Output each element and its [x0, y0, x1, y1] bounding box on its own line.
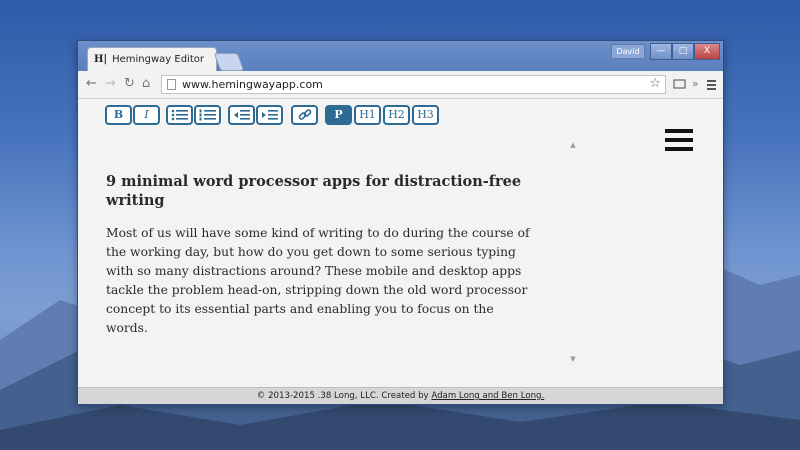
editor-scrollbar[interactable]: ▲ ▼ [568, 141, 578, 363]
numbered-list-icon [199, 109, 216, 121]
scroll-down-icon[interactable]: ▼ [568, 355, 578, 363]
italic-button[interactable]: I [133, 105, 160, 125]
cast-icon[interactable] [673, 79, 686, 90]
new-tab-button[interactable] [213, 53, 245, 71]
page-footer: © 2013-2015 .38 Long, LLC. Created by Ad… [78, 387, 723, 404]
browser-window: H| Hemingway Editor David — □ X ← → ↻ ⌂ … [77, 40, 724, 405]
outdent-icon [233, 110, 250, 120]
home-icon[interactable]: ⌂ [142, 77, 150, 91]
link-icon [298, 109, 311, 120]
bullet-list-button[interactable] [166, 105, 193, 125]
extensions-overflow-icon[interactable]: » [692, 77, 699, 91]
bullet-list-icon [171, 109, 188, 121]
hamburger-menu-icon[interactable] [665, 129, 693, 156]
bookmark-star-icon[interactable]: ☆ [649, 76, 661, 91]
editor-page: B I P H1 H2 H3 9 minimal word processor … [78, 99, 723, 387]
tab-title: Hemingway Editor [112, 54, 204, 65]
user-profile-button[interactable]: David [611, 44, 645, 59]
close-button[interactable]: X [694, 43, 720, 60]
indent-button[interactable] [256, 105, 283, 125]
scroll-up-icon[interactable]: ▲ [568, 141, 578, 149]
paragraph-button[interactable]: P [325, 105, 352, 125]
page-icon [167, 79, 176, 90]
title-bar: H| Hemingway Editor David — □ X [78, 41, 723, 71]
back-arrow-icon[interactable]: ← [86, 77, 97, 91]
address-bar[interactable]: www.hemingwayapp.com ☆ [161, 75, 666, 94]
footer-authors-link[interactable]: Adam Long and Ben Long. [431, 391, 544, 401]
heading2-button[interactable]: H2 [383, 105, 410, 125]
maximize-button[interactable]: □ [672, 43, 694, 60]
minimize-button[interactable]: — [650, 43, 672, 60]
forward-arrow-icon[interactable]: → [105, 77, 116, 91]
numbered-list-button[interactable] [194, 105, 221, 125]
article-body[interactable]: Most of us will have some kind of writin… [106, 224, 531, 338]
tab-hemingway-editor[interactable]: H| Hemingway Editor [87, 47, 217, 71]
footer-copyright: © 2013-2015 .38 Long, LLC. Created by [256, 391, 432, 401]
chrome-menu-icon[interactable] [706, 79, 717, 90]
indent-icon [261, 110, 278, 120]
reload-icon[interactable]: ↻ [124, 77, 135, 91]
heading3-button[interactable]: H3 [412, 105, 439, 125]
link-button[interactable] [291, 105, 318, 125]
outdent-button[interactable] [228, 105, 255, 125]
browser-toolbar: ← → ↻ ⌂ www.hemingwayapp.com ☆ » [78, 71, 723, 99]
hemingway-favicon-icon: H| [94, 54, 108, 65]
heading1-button[interactable]: H1 [354, 105, 381, 125]
bold-button[interactable]: B [105, 105, 132, 125]
article-title[interactable]: 9 minimal word processor apps for distra… [106, 172, 526, 210]
url-text: www.hemingwayapp.com [182, 78, 323, 91]
